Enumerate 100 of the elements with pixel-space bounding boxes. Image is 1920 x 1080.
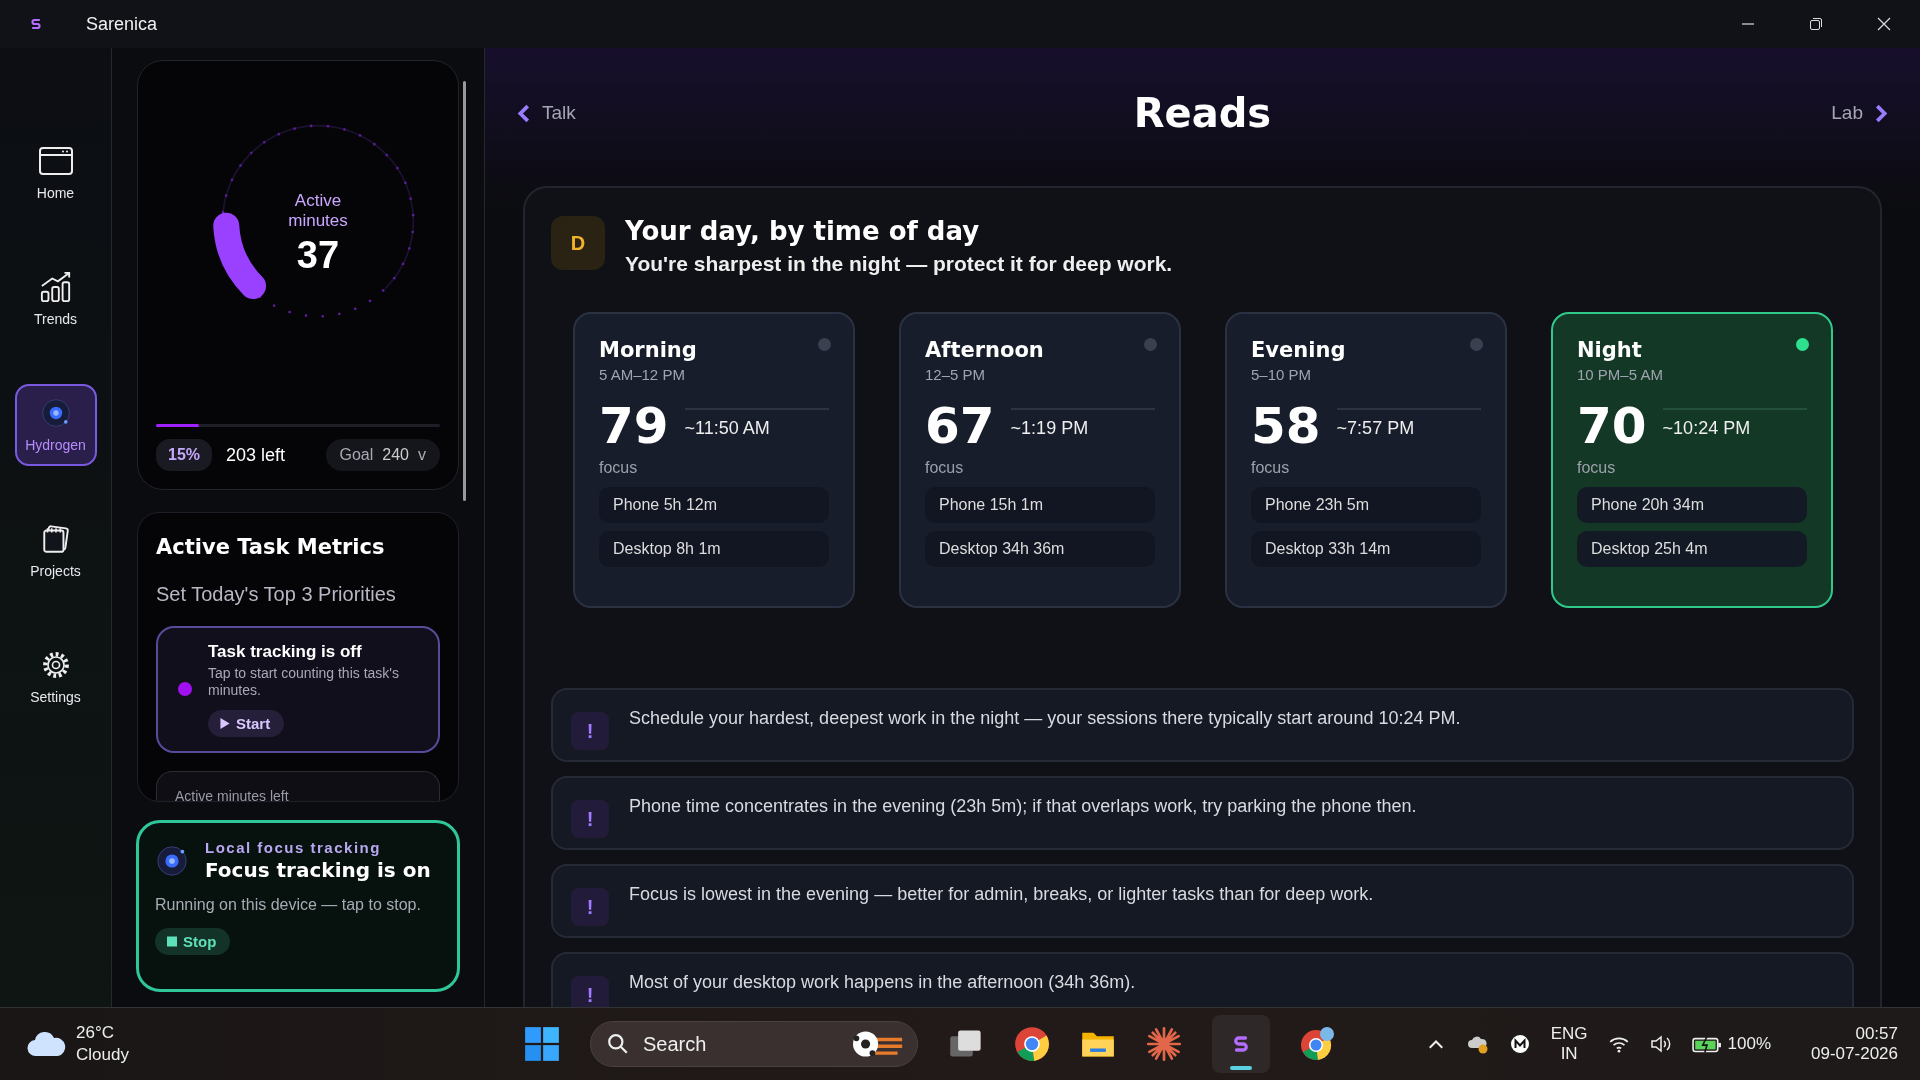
focus-tracking-card[interactable]: Local focus tracking Focus tracking is on Running on this device — tap to stop. Stop [136,820,460,992]
status-dot [178,682,192,697]
period-hours: 12–5 PM [925,366,987,383]
focus-description: Running on this device — tap to stop. [155,896,422,914]
cloud-icon [26,1030,66,1058]
nav-item[interactable]: Hydrogen [14,384,97,466]
nav-item[interactable]: Trends [14,258,97,340]
status-dot [1796,338,1809,351]
nav-item[interactable]: Projects [14,510,97,592]
typical-start: ~11:50 AM [684,407,829,439]
percent-badge: 15% [156,439,213,471]
gauge-label: Active minutes [287,191,349,231]
goal-label: Goal [339,446,374,464]
goal-dropdown[interactable]: Goal 240 v [325,439,440,471]
forward-link[interactable]: Lab [1831,102,1888,124]
period-hours: 5 AM–12 PM [599,366,686,383]
period-card[interactable]: Night 10 PM–5 AM 70 ~10:24 PM focus Phone 20h 34m Desktop 25h 4m [1551,312,1833,608]
alert-mark: ! [571,800,609,838]
language-indicator[interactable]: ENG IN [1550,1024,1588,1064]
insight-text: Most of your desktop work happens in the afternoon (34h 36m). [629,972,1136,993]
typical-start: ~10:24 PM [1662,407,1807,439]
clock[interactable]: 00:57 09-07-2026 [1811,1024,1898,1064]
insight-text: Focus is lowest in the evening — better for admin, breaks, or lighter tasks than for deep work. [629,884,1374,905]
phone-time: Phone 5h 12m [599,487,829,523]
period-name: Afternoon [925,338,1044,362]
desktop-time: Desktop 34h 36m [925,531,1155,567]
clock-date: 09-07-2026 [1811,1044,1898,1064]
period-card[interactable]: Afternoon 12–5 PM 67 ~1:19 PM focus Phone 15h 1m Desktop 34h 36m [899,312,1181,608]
restore-icon[interactable] [1808,16,1824,32]
battery-percent: 100% [1727,1034,1772,1054]
typical-start: ~1:19 PM [1010,407,1155,439]
goal-caret: v [418,446,426,464]
clock-time: 00:57 [1855,1024,1898,1044]
nav-item[interactable]: Home [14,132,97,214]
focus-score: 67 [925,401,995,451]
desktop-time: Desktop 8h 1m [599,531,829,567]
focus-score: 58 [1251,401,1321,451]
card-title: Active Task Metrics [156,535,386,559]
language-code: ENG [1550,1024,1588,1044]
section-subtitle: You're sharpest in the night — protect it for deep work. [625,252,1173,276]
typical-start: ~7:57 PM [1336,407,1481,439]
goal-value: 240 [382,446,409,464]
search-input[interactable]: Search [641,1031,837,1057]
period-hours: 5–10 PM [1251,366,1313,383]
insight-text: Phone time concentrates in the evening (23h 5m); if that overlaps work, try parking the phone then. [629,796,1417,817]
period-name: Evening [1251,338,1346,362]
back-link[interactable]: Talk [517,102,576,124]
period-card[interactable]: Morning 5 AM–12 PM 79 ~11:50 AM focus Phone 5h 12m Desktop 8h 1m [573,312,855,608]
cloud-warning-icon[interactable] [1466,1034,1489,1054]
app-logo-icon [28,16,44,32]
status-dot [1470,338,1483,351]
nav-item[interactable]: Settings [14,636,97,718]
stop-button[interactable]: Stop [155,928,231,955]
period-name: Morning [599,338,697,362]
gauge-value: 37 [296,234,340,278]
stop-icon [167,936,177,947]
alert-mark: ! [571,976,609,1007]
region-code: IN [1560,1044,1578,1064]
window-icon [37,145,74,177]
focus-score: 70 [1577,401,1647,451]
play-icon [220,717,230,729]
start-button[interactable]: Start [208,709,285,737]
tracking-description: Tap to start counting this task's minutes. [208,665,400,699]
phone-time: Phone 15h 1m [925,487,1155,523]
start-icon[interactable] [524,1026,560,1062]
battery-icon[interactable] [1691,1034,1722,1054]
orb-icon [155,843,189,878]
phone-time: Phone 20h 34m [1577,487,1807,523]
browser-icon[interactable] [1300,1026,1336,1062]
phone-time: Phone 23h 5m [1251,487,1481,523]
scrollbar[interactable] [463,81,466,501]
period-card[interactable]: Evening 5–10 PM 58 ~7:57 PM focus Phone 23h 5m Desktop 33h 14m [1225,312,1507,608]
focus-title: Focus tracking is on [205,858,431,882]
starburst-icon[interactable] [1146,1026,1182,1062]
score-label: focus [1251,459,1291,477]
taskbar-app-button[interactable] [1212,1015,1270,1073]
desktop-time: Desktop 33h 14m [1251,531,1481,567]
search-icon [607,1033,629,1055]
status-dot [1144,338,1157,351]
browser-icon[interactable] [1014,1026,1050,1062]
card-subtitle: Set Today's Top 3 Priorities [156,583,397,606]
remaining-text: 203 left [226,444,286,466]
chevron-right-icon [1875,103,1888,123]
search-bar[interactable]: Search [590,1021,918,1067]
desktop-time: Desktop 25h 4m [1577,531,1807,567]
m-circle-icon[interactable] [1508,1034,1531,1054]
window-title: Sarenica [86,13,158,35]
close-icon[interactable] [1876,16,1892,32]
tracking-title: Task tracking is off [208,642,363,662]
period-name: Night [1577,338,1642,362]
insight-text: Schedule your hardest, deepest work in the night — your sessions there typically start around 10:24 PM. [629,708,1461,729]
alert-mark: ! [571,888,609,926]
speaker-icon[interactable] [1649,1034,1672,1054]
focus-score: 79 [599,401,669,451]
task-tracking-card[interactable]: Task tracking is off Tap to start counting this task's minutes. Start [156,626,440,753]
temperature: 26°C [76,1023,115,1043]
chevron-left-icon [517,103,530,123]
weather-condition: Cloudy [76,1045,129,1065]
eyebrow-text: Local focus tracking [205,839,382,856]
period-hours: 10 PM–5 AM [1577,366,1664,383]
